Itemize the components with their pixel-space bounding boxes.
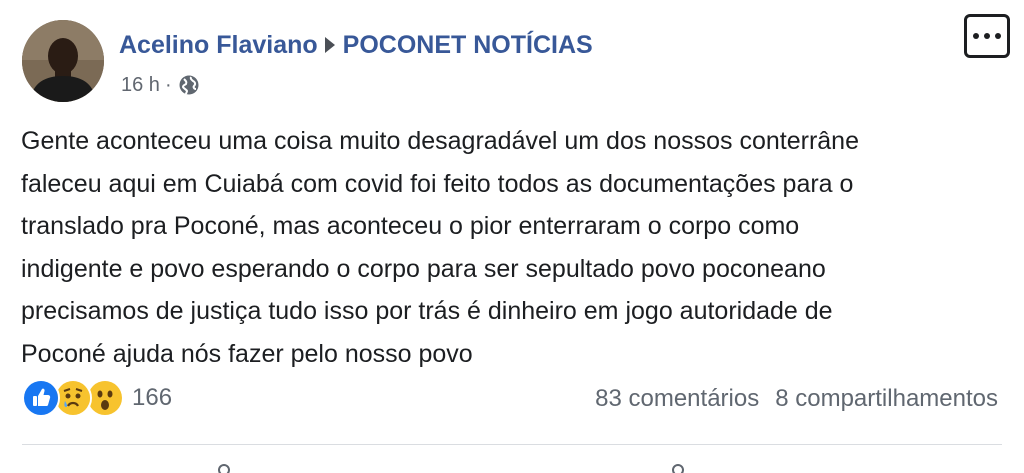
comments-count-link[interactable]: 83 comentários <box>595 385 759 413</box>
post-text-line: indigente e povo esperando o corpo para … <box>21 254 826 283</box>
comment-action-icon[interactable] <box>672 464 684 473</box>
shares-count-link[interactable]: 8 compartilhamentos <box>775 385 998 413</box>
post-timestamp[interactable]: 16 h <box>121 74 160 97</box>
like-action-icon[interactable] <box>218 464 230 473</box>
avatar-photo <box>22 20 104 102</box>
post-meta: 16 h · <box>121 72 200 98</box>
post-text: Gente aconteceu uma coisa muito desagrad… <box>21 120 1006 375</box>
avatar[interactable] <box>22 20 104 102</box>
more-dot-icon <box>995 33 1001 39</box>
post-text-line: translado pra Poconé, mas aconteceu o pi… <box>21 212 800 240</box>
triangle-right-icon <box>324 37 335 53</box>
group-name[interactable]: POCONET NOTÍCIAS <box>343 31 593 60</box>
more-dot-icon <box>984 33 990 39</box>
more-options-button[interactable] <box>964 14 1010 58</box>
divider <box>22 444 1002 445</box>
post-text-line: Gente aconteceu uma coisa muito desagrad… <box>21 127 859 155</box>
more-dot-icon <box>973 33 979 39</box>
post-header: Acelino Flaviano POCONET NOTÍCIAS <box>119 28 593 62</box>
reactions-summary[interactable]: 166 <box>22 378 172 418</box>
globe-icon[interactable] <box>178 74 200 96</box>
facebook-post: Acelino Flaviano POCONET NOTÍCIAS 16 h ·… <box>0 0 1024 473</box>
meta-separator: · <box>164 73 172 96</box>
post-text-line: Poconé ajuda nós fazer pelo nosso povo <box>21 339 473 368</box>
engagement-stats: 83 comentários 8 compartilhamentos <box>595 382 998 416</box>
post-text-line: faleceu aqui em Cuiabá com covid foi fei… <box>21 169 854 198</box>
reaction-count[interactable]: 166 <box>132 384 172 412</box>
author-name[interactable]: Acelino Flaviano <box>119 31 318 60</box>
post-text-line: precisamos de justiça tudo isso por trás… <box>21 297 833 325</box>
like-icon <box>22 379 60 417</box>
